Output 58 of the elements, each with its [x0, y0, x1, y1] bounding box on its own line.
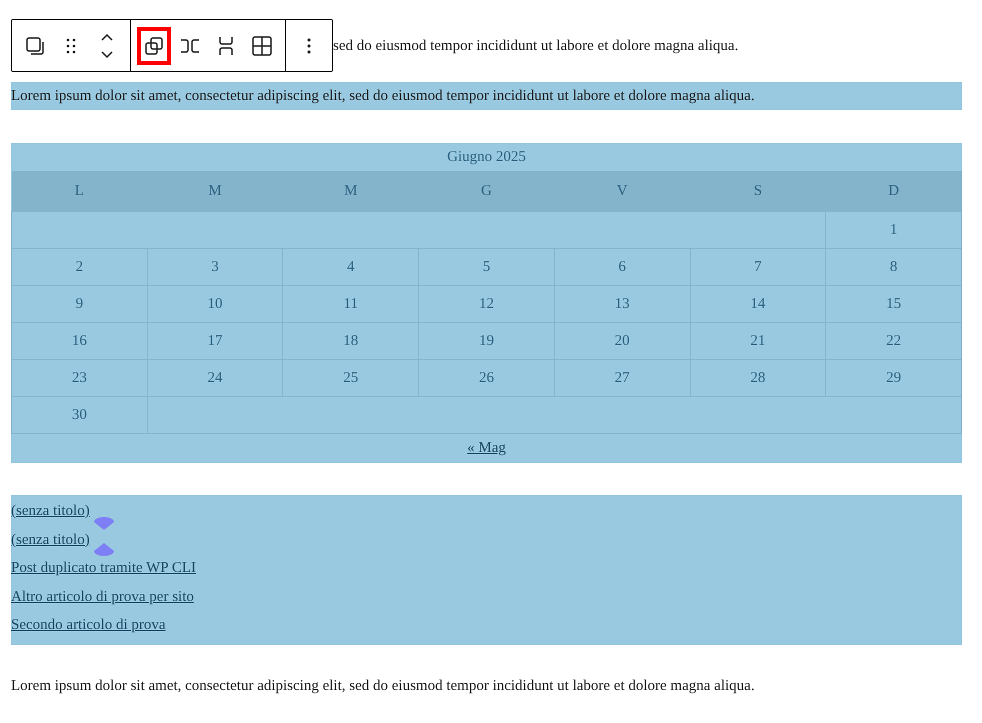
duplicate-button[interactable] [137, 26, 171, 64]
day-cell: 19 [418, 322, 554, 360]
day-cell: 22 [826, 322, 962, 360]
weekday-header: V [554, 171, 690, 212]
duplicate-icon [144, 36, 164, 56]
paragraph: Lorem ipsum dolor sit amet, consectetur adipiscing elit, sed do eiusmod tempor incididunt ut labore et dolore magna aliqua. [11, 82, 962, 110]
move-up-down-icon [99, 32, 115, 58]
post-link[interactable]: Altro articolo di prova per sito [11, 588, 194, 605]
post-link[interactable]: (senza titolo) [11, 532, 90, 548]
weekday-header: L [12, 171, 148, 212]
post-link[interactable]: (senza titolo) [11, 503, 90, 519]
day-cell: 23 [12, 360, 148, 396]
day-cell: 27 [554, 360, 690, 396]
day-cell: 3 [147, 248, 283, 286]
day-cell: 13 [554, 286, 690, 322]
day-cell: 28 [690, 360, 826, 396]
drop-marker-icon [93, 517, 115, 531]
day-cell: 8 [826, 248, 962, 286]
day-cell: 1 [826, 212, 962, 248]
day-cell: 15 [826, 286, 962, 322]
paragraph: Lorem ipsum dolor sit amet, consectetur adipiscing elit, sed do eiusmod tempor incididunt ut labore et dolore magna aliqua. [11, 676, 756, 696]
day-cell: 26 [418, 360, 554, 396]
day-cell: 14 [690, 286, 826, 322]
day-cell: 17 [147, 322, 283, 360]
weekday-header: M [282, 171, 419, 212]
day-cell: 2 [12, 248, 148, 286]
paragraph: sed do eiusmod tempor incididunt ut labore et dolore magna aliqua. [333, 36, 738, 56]
day-cell: 6 [554, 248, 690, 286]
rows-icon [219, 36, 233, 56]
day-cell: 7 [690, 248, 826, 286]
day-cell: 18 [282, 322, 419, 360]
previous-month-link[interactable]: « Mag [467, 440, 506, 456]
day-cell: 16 [12, 322, 148, 360]
day-cell: 29 [826, 360, 962, 396]
weekday-header: D [826, 171, 962, 212]
day-cell: 9 [12, 286, 148, 322]
day-cell: 11 [282, 286, 419, 322]
drag-handle-icon [66, 38, 76, 54]
calendar-caption: Giugno 2025 [11, 143, 962, 171]
weekday-header: S [690, 171, 826, 212]
weekday-header: G [418, 171, 554, 212]
day-cell: 10 [147, 286, 283, 322]
grid-icon [252, 36, 272, 56]
day-cell: 24 [147, 360, 283, 396]
block-icon [24, 34, 46, 56]
drop-marker-icon [93, 542, 115, 556]
more-options-icon [307, 38, 311, 54]
day-cell: 30 [12, 396, 148, 434]
weekday-header: M [147, 171, 283, 212]
post-link[interactable]: Secondo articolo di prova [11, 617, 166, 634]
day-cell: 4 [282, 248, 419, 286]
day-cell: 5 [418, 248, 554, 286]
day-cell: 20 [554, 322, 690, 360]
day-cell: 25 [282, 360, 419, 396]
post-link[interactable]: Post duplicato tramite WP CLI [11, 560, 196, 576]
day-cell: 12 [418, 286, 554, 322]
day-cell: 21 [690, 322, 826, 360]
columns-icon [180, 38, 200, 52]
